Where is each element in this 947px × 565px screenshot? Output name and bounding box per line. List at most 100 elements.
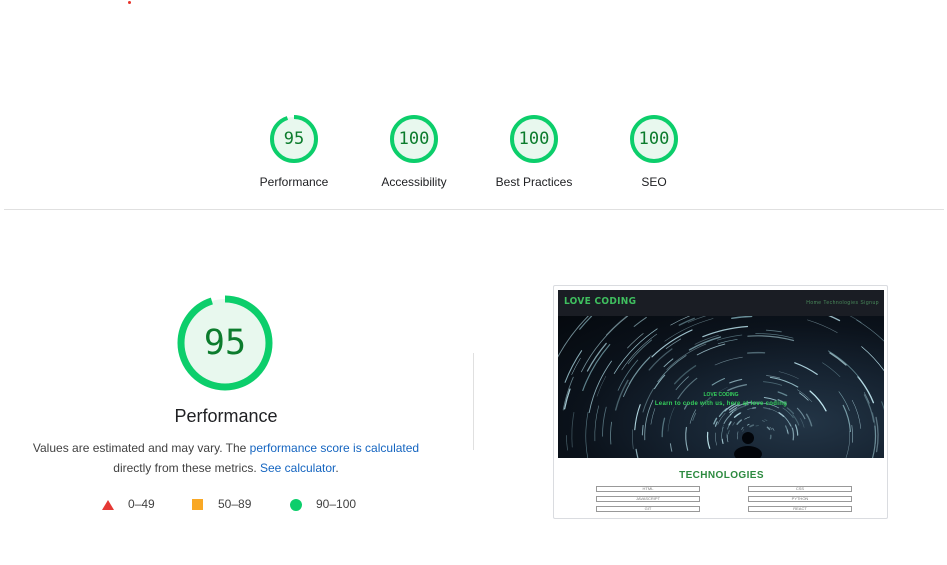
star-trail xyxy=(805,413,813,427)
star-trail xyxy=(778,371,799,379)
gauge-score: 100 xyxy=(638,129,670,149)
star-trail xyxy=(765,329,782,333)
star-trail xyxy=(762,381,783,386)
star-trail xyxy=(585,411,589,458)
star-trail xyxy=(867,316,884,320)
performance-gauge-large: 95 xyxy=(176,294,274,392)
see-calculator-link[interactable]: See calculator xyxy=(260,461,335,475)
star-trail xyxy=(687,316,707,323)
gauge-performance[interactable]: 95 Performance xyxy=(234,113,354,189)
star-trail xyxy=(714,421,718,427)
star-trail xyxy=(582,343,611,392)
star-trail xyxy=(769,376,799,388)
gauge-accessibility[interactable]: 100 Accessibility xyxy=(354,113,474,189)
star-trail xyxy=(685,426,689,451)
star-trail xyxy=(635,448,639,458)
triangle-icon xyxy=(102,500,114,510)
star-trail xyxy=(623,356,651,397)
star-trail xyxy=(794,424,799,436)
star-trail xyxy=(661,417,666,438)
star-trail xyxy=(736,419,743,425)
gauge-seo[interactable]: 100 SEO xyxy=(594,113,714,189)
tech-item: JAVASCRIPT xyxy=(596,496,700,502)
star-trail xyxy=(571,357,581,375)
star-trail xyxy=(768,408,782,416)
star-trail xyxy=(829,352,847,366)
desc-text: directly from these metrics. xyxy=(113,461,260,475)
star-trail xyxy=(669,443,673,452)
star-trail xyxy=(610,421,612,445)
star-trail xyxy=(632,429,634,450)
gauge-score: 95 xyxy=(283,129,305,149)
star-trail xyxy=(741,426,744,430)
star-trail xyxy=(728,421,732,426)
star-trail xyxy=(778,412,785,418)
hero-title: LOVE CODING xyxy=(703,392,739,398)
square-icon xyxy=(192,499,203,510)
star-trail xyxy=(650,408,656,425)
star-trail xyxy=(571,411,575,448)
red-dot-marker xyxy=(128,1,131,4)
gauge-score: 100 xyxy=(518,129,550,149)
site-logo: LOVE CODING xyxy=(564,296,637,307)
star-trail xyxy=(794,362,818,375)
star-trail xyxy=(727,383,748,392)
section-divider xyxy=(4,209,944,210)
star-trail xyxy=(602,406,607,437)
final-screenshot-thumbnail[interactable]: LOVE CODING Home Technologies Signup LOV… xyxy=(553,285,888,519)
tech-item: CSS xyxy=(748,486,852,492)
star-trail xyxy=(613,328,658,374)
star-trail xyxy=(711,377,726,386)
technologies-heading: TECHNOLOGIES xyxy=(679,470,764,481)
star-trail xyxy=(714,356,743,366)
star-trail xyxy=(792,414,800,426)
performance-title: Performance xyxy=(174,406,278,426)
star-trail xyxy=(641,424,644,436)
gauge-best-practices[interactable]: 100 Best Practices xyxy=(474,113,594,189)
star-trail xyxy=(791,427,795,441)
performance-score: 95 xyxy=(203,323,247,363)
star-trail xyxy=(845,430,851,458)
gauge-label: Accessibility xyxy=(381,175,447,189)
circle-icon xyxy=(290,499,302,511)
site-hero-image: LOVE CODING Learn to code with us, here … xyxy=(558,316,884,458)
legend-range: 0–49 xyxy=(128,497,155,511)
star-trail xyxy=(737,431,739,440)
star-trail xyxy=(856,319,884,342)
score-gauges: 95 Performance 100 Accessibility 100 Bes… xyxy=(0,113,947,193)
desc-text: Values are estimated and may vary. The xyxy=(32,441,250,455)
star-trail xyxy=(688,336,722,351)
star-trail xyxy=(742,428,745,432)
star-trail xyxy=(717,339,738,344)
star-trail xyxy=(796,407,806,420)
star-trail xyxy=(633,316,647,327)
star-trail xyxy=(762,420,765,422)
site-navbar: LOVE CODING Home Technologies Signup xyxy=(558,290,884,316)
performance-description: Values are estimated and may vary. The p… xyxy=(20,438,432,478)
legend-range: 90–100 xyxy=(316,497,357,511)
star-trail xyxy=(566,435,568,451)
star-trail xyxy=(721,427,724,439)
star-trail xyxy=(716,334,743,341)
star-trail xyxy=(766,426,771,431)
star-trail xyxy=(627,333,644,349)
gauge-label: Best Practices xyxy=(495,175,573,189)
star-trail xyxy=(875,416,879,453)
star-trail xyxy=(842,404,852,433)
star-trail xyxy=(861,346,884,372)
star-trail xyxy=(729,378,743,384)
performance-score-link[interactable]: performance score is calculated xyxy=(250,441,419,455)
star-trail xyxy=(715,432,717,446)
star-trail xyxy=(621,333,658,371)
star-trail xyxy=(706,431,711,449)
star-trail xyxy=(694,334,719,345)
star-trail xyxy=(732,422,735,426)
star-trail xyxy=(747,423,750,426)
gauge-score: 100 xyxy=(398,129,430,149)
tech-item: REACT xyxy=(748,506,852,512)
star-trail xyxy=(648,348,673,371)
star-trail xyxy=(871,425,876,458)
vertical-divider xyxy=(473,353,474,450)
star-trail xyxy=(784,425,789,434)
gauge-label: Performance xyxy=(259,175,329,189)
